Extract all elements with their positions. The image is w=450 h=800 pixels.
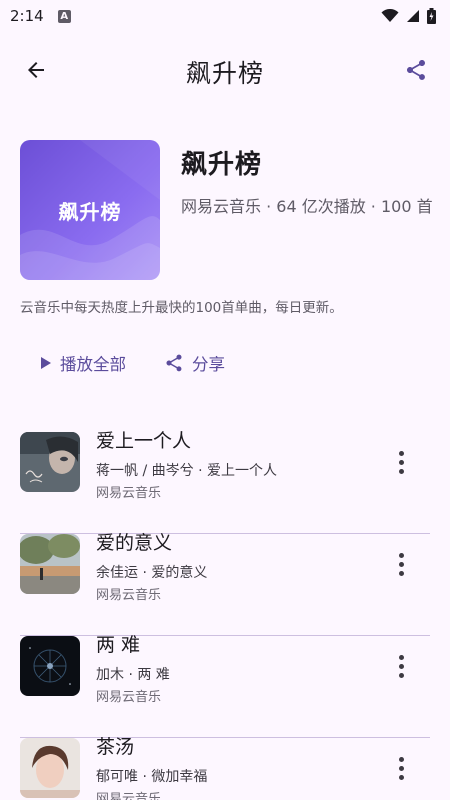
play-all-label: 播放全部	[60, 355, 126, 374]
more-vert-icon	[398, 552, 404, 576]
more-options-button[interactable]	[386, 748, 416, 788]
song-title: 爱的意义	[96, 532, 173, 554]
song-artist: 蒋一帆 / 曲岑兮 · 爱上一个人	[96, 463, 277, 479]
share-action-button[interactable]: 分享	[164, 350, 225, 376]
song-artist: 余佳运 · 爱的意义	[96, 565, 208, 581]
song-thumbnail	[20, 534, 80, 594]
play-all-button[interactable]: 播放全部	[40, 350, 126, 376]
wifi-icon	[381, 9, 399, 22]
song-title: 两 难	[96, 634, 141, 656]
song-source: 网易云音乐	[96, 792, 162, 800]
more-vert-icon	[398, 450, 404, 474]
share-label: 分享	[192, 355, 225, 374]
playlist-title: 飙升榜	[181, 150, 263, 180]
share-icon	[407, 60, 425, 80]
song-source: 网易云音乐	[96, 486, 162, 501]
cover-title: 飙升榜	[58, 200, 122, 224]
share-button[interactable]	[396, 52, 436, 88]
share-icon	[166, 354, 182, 372]
app-bar: 飙升榜	[0, 40, 450, 100]
play-icon	[41, 357, 51, 369]
battery-icon	[427, 8, 436, 24]
list-item[interactable]: 爱上一个人 蒋一帆 / 曲岑兮 · 爱上一个人 网易云音乐	[20, 430, 430, 534]
status-bar: 2:14 A	[0, 0, 450, 32]
signal-icon	[407, 10, 419, 22]
list-item[interactable]: 茶汤 郁可唯 · 微加幸福 网易云音乐	[20, 736, 430, 800]
page-title: 飙升榜	[185, 59, 264, 88]
song-source: 网易云音乐	[96, 588, 162, 603]
playlist-description: 云音乐中每天热度上升最快的100首单曲，每日更新。	[20, 300, 343, 316]
list-item[interactable]: 两 难 加木 · 两 难 网易云音乐	[20, 634, 430, 738]
song-thumbnail	[20, 738, 80, 798]
notification-a-icon: A	[57, 9, 71, 23]
list-item[interactable]: 爱的意义 余佳运 · 爱的意义 网易云音乐	[20, 532, 430, 636]
more-vert-icon	[398, 654, 404, 678]
song-title: 茶汤	[96, 736, 135, 758]
song-title: 爱上一个人	[96, 430, 192, 452]
more-vert-icon	[398, 756, 404, 780]
song-artist: 郁可唯 · 微加幸福	[96, 769, 208, 785]
more-options-button[interactable]	[386, 544, 416, 584]
playlist-meta: 网易云音乐 · 64 亿次播放 · 100 首	[181, 197, 433, 216]
status-icons	[381, 8, 436, 24]
song-thumbnail	[20, 636, 80, 696]
song-thumbnail	[20, 432, 80, 492]
song-artist: 加木 · 两 难	[96, 667, 170, 683]
status-time: 2:14	[10, 7, 44, 25]
song-source: 网易云音乐	[96, 690, 162, 705]
more-options-button[interactable]	[386, 646, 416, 686]
playlist-cover: 飙升榜	[20, 140, 160, 280]
more-options-button[interactable]	[386, 442, 416, 482]
